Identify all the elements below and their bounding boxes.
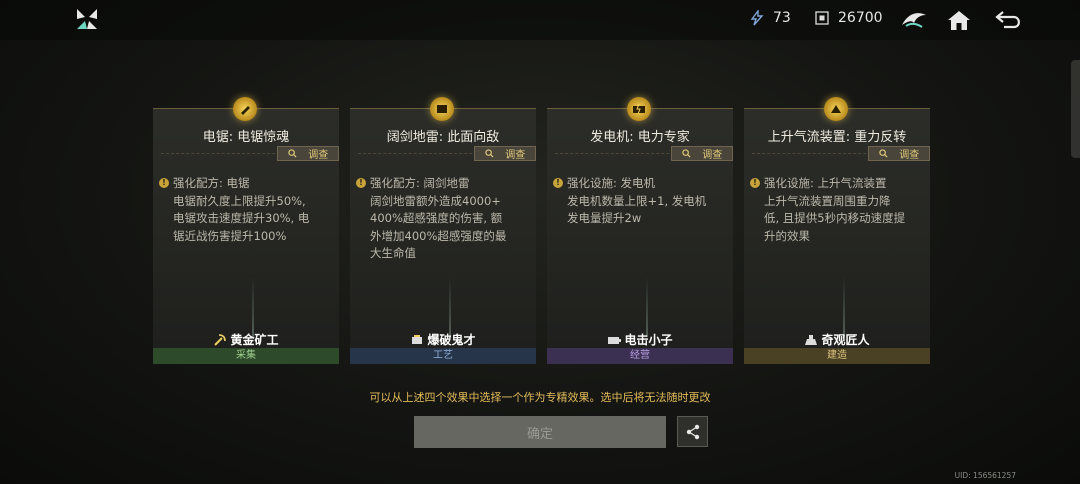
description-line: 阔剑地雷额外造成4000+ xyxy=(370,193,501,208)
investigate-label: 调查 xyxy=(505,150,526,161)
currency-value: 26700 xyxy=(838,10,883,26)
share-button[interactable] xyxy=(677,416,708,447)
investigate-label: 调查 xyxy=(308,150,329,161)
light-beam xyxy=(843,277,845,337)
investigate-button[interactable]: 调查 xyxy=(868,146,930,161)
description-line: 大生命值 xyxy=(370,246,416,260)
description-line: 锯近战伤害提升100% xyxy=(173,228,287,243)
game-logo-icon xyxy=(77,9,97,29)
category-bar: 建造 xyxy=(744,348,930,364)
search-icon xyxy=(288,149,297,158)
category-bar: 工艺 xyxy=(350,348,536,364)
investigate-label: 调查 xyxy=(899,150,920,161)
home-icon xyxy=(948,11,970,30)
description-line: 上升气流装置周围重力降 xyxy=(764,193,891,208)
investigate-button[interactable]: 调查 xyxy=(671,146,733,161)
trait-name: 爆破鬼才 xyxy=(427,333,476,347)
light-beam xyxy=(252,277,254,337)
shark-menu-button[interactable] xyxy=(899,6,929,34)
selection-notice: 可以从上述四个效果中选择一个作为专精效果。选中后将无法随时更改 xyxy=(369,391,711,404)
light-beam xyxy=(449,277,451,337)
description-line: 低, 且提供5秒内移动速度提 xyxy=(764,211,906,225)
description-line: 发电机数量上限+1, 发电机 xyxy=(567,193,707,208)
battery-icon xyxy=(608,336,622,344)
share-icon xyxy=(686,424,699,439)
description-line: 发电量提升2w xyxy=(567,211,642,225)
monument-icon xyxy=(805,334,818,345)
user-id: UID: 156561257 xyxy=(954,471,1016,480)
trait-badge: 奇观匠人 xyxy=(744,331,930,348)
currency-icon xyxy=(815,11,829,25)
description-line: 强化配方: 阔剑地雷 xyxy=(356,175,528,193)
back-arrow-icon xyxy=(995,11,1020,29)
mine-icon xyxy=(430,97,454,121)
trait-name: 奇观匠人 xyxy=(821,333,870,347)
card-title: 上升气流装置: 重力反转 xyxy=(767,130,907,145)
description-line: 外增加400%超感强度的最 xyxy=(370,228,507,243)
description-line: 升的效果 xyxy=(764,228,810,243)
search-icon xyxy=(682,149,691,158)
card-description: 强化配方: 阔剑地雷 阔剑地雷额外造成4000+ 400%超感强度的伤害, 额 … xyxy=(356,175,528,263)
trait-name: 黄金矿工 xyxy=(230,333,279,347)
trait-badge: 电击小子 xyxy=(547,331,733,348)
energy-value: 73 xyxy=(773,10,791,26)
description-line: 电锯耐久度上限提升50%, xyxy=(173,193,306,208)
explosive-icon xyxy=(412,334,423,344)
investigate-label: 调查 xyxy=(702,150,723,161)
description-line: 强化配方: 电锯 xyxy=(159,175,331,193)
search-icon xyxy=(485,149,494,158)
specialization-card-updraft[interactable]: 上升气流装置: 重力反转 调查 强化设施: 上升气流装置 上升气流装置周围重力降… xyxy=(744,97,930,364)
specialization-card-chainsaw[interactable]: 电锯: 电锯惊魂 调查 强化配方: 电锯 电锯耐久度上限提升50%, 电锯攻击速… xyxy=(153,97,339,364)
chainsaw-icon xyxy=(233,97,257,121)
category-bar: 采集 xyxy=(153,348,339,364)
energy-counter: 73 xyxy=(750,10,791,26)
home-button[interactable] xyxy=(944,6,974,34)
card-description: 强化配方: 电锯 电锯耐久度上限提升50%, 电锯攻击速度提升30%, 电 锯近… xyxy=(159,175,331,245)
specialization-card-generator[interactable]: 发电机: 电力专家 调查 强化设施: 发电机 发电机数量上限+1, 发电机 发电… xyxy=(547,97,733,364)
trait-name: 电击小子 xyxy=(624,333,673,347)
description-line: 电锯攻击速度提升30%, 电 xyxy=(173,211,310,225)
back-button[interactable] xyxy=(994,6,1024,34)
trait-badge: 爆破鬼才 xyxy=(350,331,536,348)
description-line: 强化设施: 发电机 xyxy=(553,175,725,193)
confirm-button[interactable]: 确定 xyxy=(414,416,666,448)
search-icon xyxy=(879,149,888,158)
card-title: 电锯: 电锯惊魂 xyxy=(202,130,290,145)
card-title: 阔剑地雷: 此面向敌 xyxy=(386,130,500,145)
specialization-card-claymore[interactable]: 阔剑地雷: 此面向敌 调查 强化配方: 阔剑地雷 阔剑地雷额外造成4000+ 4… xyxy=(350,97,536,364)
description-line: 400%超感强度的伤害, 额 xyxy=(370,211,503,225)
generator-icon xyxy=(627,97,651,121)
investigate-button[interactable]: 调查 xyxy=(474,146,536,161)
currency-counter: 26700 xyxy=(815,10,883,26)
investigate-button[interactable]: 调查 xyxy=(277,146,339,161)
card-description: 强化设施: 上升气流装置 上升气流装置周围重力降 低, 且提供5秒内移动速度提 … xyxy=(750,175,922,245)
top-bar: 73 26700 xyxy=(0,0,1080,40)
light-beam xyxy=(646,277,648,337)
card-title: 发电机: 电力专家 xyxy=(590,130,690,145)
side-drawer-handle[interactable] xyxy=(1071,60,1080,158)
category-bar: 经营 xyxy=(547,348,733,364)
card-description: 强化设施: 发电机 发电机数量上限+1, 发电机 发电量提升2w xyxy=(553,175,725,228)
trait-badge: 黄金矿工 xyxy=(153,331,339,348)
description-line: 强化设施: 上升气流装置 xyxy=(750,175,922,193)
updraft-device-icon xyxy=(824,97,848,121)
pickaxe-icon xyxy=(214,333,227,346)
energy-icon xyxy=(750,10,764,26)
shark-icon xyxy=(902,13,926,28)
